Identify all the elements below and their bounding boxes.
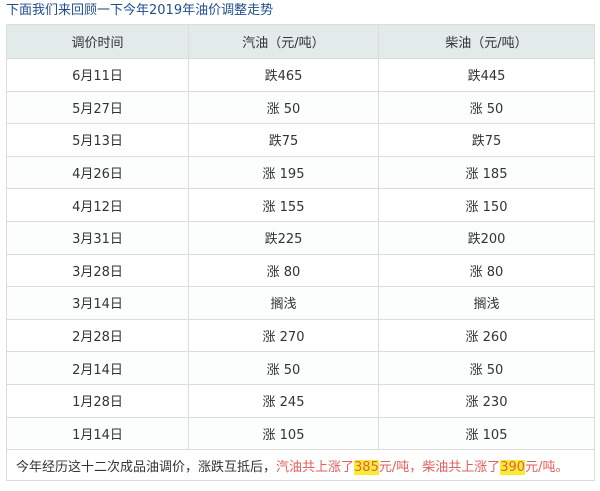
summary-gasoline-value: 385	[354, 459, 379, 475]
gasoline-cell: 搁浅	[188, 286, 379, 320]
summary-diesel-value: 390	[500, 459, 526, 475]
diesel-cell: 涨 260	[378, 318, 595, 353]
summary-diesel-label: 柴油共上涨了	[422, 459, 501, 475]
intro-text: 下面我们来回顾一下今年2019年油价调整走势	[6, 3, 274, 18]
header-date: 调价时间	[6, 24, 189, 59]
diesel-cell: 涨 185	[378, 155, 595, 190]
date-cell: 5月13日	[6, 123, 189, 157]
table-row: 2月28日涨 270 涨 260	[6, 318, 595, 353]
gasoline-cell: 跌465	[188, 58, 379, 92]
gasoline-cell: 涨 245	[188, 383, 379, 418]
table-row: 5月13日 跌75 跌75	[6, 123, 595, 157]
date-cell: 3月14日	[6, 286, 189, 320]
diesel-cell: 跌75	[378, 123, 595, 157]
date-cell: 6月11日	[6, 58, 189, 92]
gasoline-cell: 跌225	[188, 220, 379, 255]
gasoline-cell: 涨 50	[188, 351, 379, 385]
table-row: 3月31日 跌225 跌200	[6, 220, 595, 255]
table-row: 6月11日 跌465 跌445	[6, 58, 595, 92]
table-header-row: 调价时间 汽油（元/吨） 柴油（元/吨）	[6, 24, 595, 59]
price-adjustment-table: 调价时间 汽油（元/吨） 柴油（元/吨） 6月11日 跌465 跌445 5月27日涨…	[6, 24, 595, 482]
table-row: 4月26日涨 195 涨 185	[6, 155, 595, 190]
table-row: 2月14日涨 50 涨 50	[6, 351, 595, 385]
diesel-cell: 涨 80	[378, 253, 595, 288]
diesel-cell: 涨 50	[378, 351, 595, 385]
diesel-cell: 跌445	[378, 58, 595, 92]
summary-row: 今年经历这十二次成品油调价，涨跌互抵后，汽油共上涨了385元/吨，柴油共上涨了3…	[6, 449, 595, 482]
date-cell: 3月28日	[6, 253, 189, 288]
summary-cell: 今年经历这十二次成品油调价，涨跌互抵后，汽油共上涨了385元/吨，柴油共上涨了3…	[6, 449, 595, 482]
date-cell: 4月12日	[6, 188, 189, 222]
diesel-cell: 跌200	[378, 220, 595, 255]
diesel-cell: 涨 50	[378, 90, 595, 125]
date-cell: 3月31日	[6, 220, 189, 255]
gasoline-cell: 涨 270	[188, 318, 379, 353]
date-cell: 1月28日	[6, 383, 189, 418]
diesel-cell: 涨 230	[378, 383, 595, 418]
gasoline-cell: 涨 50	[188, 90, 379, 125]
table-row: 5月27日涨 50 涨 50	[6, 90, 595, 125]
table-row: 1月14日涨 105 涨 105	[6, 416, 595, 451]
table-row: 1月28日涨 245 涨 230	[6, 383, 595, 418]
gasoline-cell: 涨 155	[188, 188, 379, 222]
date-cell: 5月27日	[6, 90, 189, 125]
summary-diesel-unit: 元/吨。	[525, 459, 569, 475]
gasoline-cell: 跌75	[188, 123, 379, 157]
table-row: 3月28日涨 80 涨 80	[6, 253, 595, 288]
table-row: 4月12日涨 155 涨 150	[6, 188, 595, 222]
table-row: 3月14日 搁浅 搁浅	[6, 286, 595, 320]
table-body: 6月11日 跌465 跌445 5月27日涨 50 涨 50 5月13日 跌75 跌75 4月2…	[6, 58, 595, 451]
summary-prefix: 今年经历这十二次成品油调价，涨跌互抵后，	[16, 459, 277, 475]
gasoline-cell: 涨 105	[188, 416, 379, 451]
date-cell: 1月14日	[6, 416, 189, 451]
header-diesel: 柴油（元/吨）	[378, 24, 595, 59]
date-cell: 4月26日	[6, 155, 189, 190]
diesel-cell: 涨 150	[378, 188, 595, 222]
summary-gasoline-unit: 元/吨，	[378, 459, 423, 475]
date-cell: 2月28日	[6, 318, 189, 353]
gasoline-cell: 涨 80	[188, 253, 379, 288]
diesel-cell: 搁浅	[378, 286, 595, 320]
header-gasoline: 汽油（元/吨）	[188, 24, 379, 59]
diesel-cell: 涨 105	[378, 416, 595, 451]
date-cell: 2月14日	[6, 351, 189, 385]
gasoline-cell: 涨 195	[188, 155, 379, 190]
summary-gasoline-label: 汽油共上涨了	[276, 459, 355, 475]
